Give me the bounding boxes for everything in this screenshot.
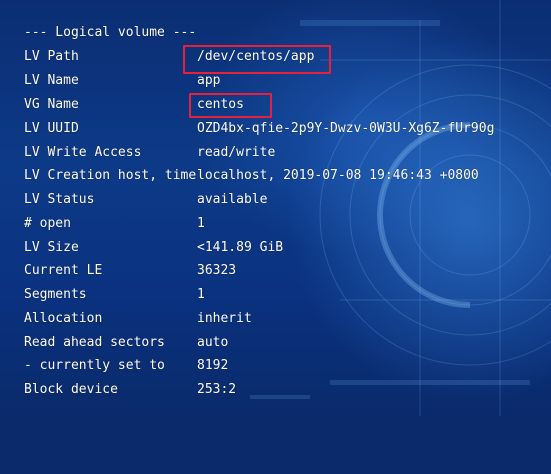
row-value: 36323 bbox=[197, 263, 237, 278]
row-segments: Segments 1 bbox=[24, 283, 205, 307]
row-lv-uuid: LV UUID OZD4bx-qfie-2p9Y-Dwzv-0W3U-Xg6Z-… bbox=[24, 117, 494, 141]
row-lv-size: LV Size <141.89 GiB bbox=[24, 236, 283, 260]
row-write-access: LV Write Access read/write bbox=[24, 141, 275, 165]
highlight-box-vg-name bbox=[189, 93, 272, 118]
row-value: inherit bbox=[197, 311, 252, 326]
row-allocation: Allocation inherit bbox=[24, 307, 252, 331]
row-key: LV Size bbox=[24, 240, 79, 255]
row-creation-host-time: LV Creation host, time localhost, 2019-0… bbox=[24, 164, 479, 188]
row-value: OZD4bx-qfie-2p9Y-Dwzv-0W3U-Xg6Z-fUr90g bbox=[197, 121, 495, 136]
row-current-le: Current LE 36323 bbox=[24, 259, 236, 283]
row-key: LV Creation host, time bbox=[24, 168, 197, 183]
row-block-device: Block device 253:2 bbox=[24, 378, 236, 402]
row-value: localhost, 2019-07-08 19:46:43 +0800 bbox=[197, 168, 479, 183]
row-key: LV Status bbox=[24, 192, 95, 207]
section-header: --- Logical volume --- bbox=[24, 25, 197, 40]
row-key: LV Name bbox=[24, 73, 79, 88]
row-key: LV Write Access bbox=[24, 145, 142, 160]
row-open: # open 1 bbox=[24, 212, 205, 236]
row-key: Current LE bbox=[24, 263, 103, 278]
highlight-box-lv-path bbox=[183, 45, 331, 74]
row-value: read/write bbox=[197, 145, 276, 160]
row-key: Allocation bbox=[24, 311, 103, 326]
row-read-ahead-sectors: Read ahead sectors auto bbox=[24, 331, 228, 355]
row-value: 253:2 bbox=[197, 382, 237, 397]
row-key: LV UUID bbox=[24, 121, 79, 136]
row-vg-name: VG Name centos bbox=[24, 93, 244, 117]
row-value: 1 bbox=[197, 287, 205, 302]
row-value: available bbox=[197, 192, 268, 207]
row-key: VG Name bbox=[24, 97, 79, 112]
terminal-output: --- Logical volume --- LV Path /dev/cent… bbox=[0, 0, 551, 416]
row-value: 8192 bbox=[197, 358, 229, 373]
row-currently-set-to: - currently set to 8192 bbox=[24, 354, 228, 378]
row-key: Block device bbox=[24, 382, 118, 397]
row-lv-status: LV Status available bbox=[24, 188, 267, 212]
row-value: <141.89 GiB bbox=[197, 240, 284, 255]
row-lv-name: LV Name app bbox=[24, 69, 220, 93]
row-key: - currently set to bbox=[24, 358, 165, 373]
row-value: 1 bbox=[197, 216, 205, 231]
row-key: Read ahead sectors bbox=[24, 335, 165, 350]
row-value: auto bbox=[197, 335, 229, 350]
row-key: LV Path bbox=[24, 49, 79, 64]
row-lv-path: LV Path /dev/centos/app bbox=[24, 45, 314, 69]
row-key: Segments bbox=[24, 287, 87, 302]
row-key: # open bbox=[24, 216, 71, 231]
